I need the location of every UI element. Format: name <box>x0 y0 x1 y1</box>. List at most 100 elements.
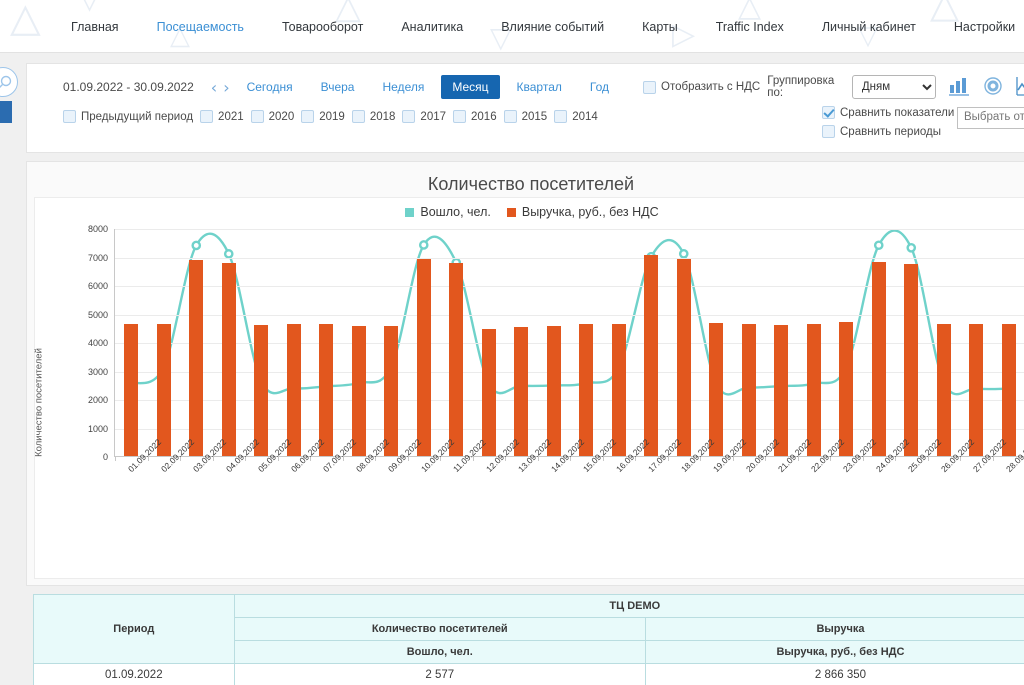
period-button-3[interactable]: Месяц <box>441 75 500 99</box>
prev-period-checkbox[interactable] <box>63 110 76 123</box>
legend-item-1[interactable]: Выручка, руб., без НДС <box>506 205 659 219</box>
year-2015-checkbox[interactable] <box>503 110 517 123</box>
bar-9[interactable] <box>416 259 431 456</box>
bar-0[interactable] <box>124 324 139 456</box>
bar-27[interactable] <box>1001 324 1016 456</box>
nav-item-6[interactable]: Traffic Index <box>697 20 803 34</box>
year-2017-label: 2017 <box>420 110 447 123</box>
bar-19[interactable] <box>741 323 756 456</box>
year-2018-label: 2018 <box>369 110 396 123</box>
bar-chart-icon[interactable] <box>948 76 970 99</box>
period-button-2[interactable]: Неделя <box>371 75 435 99</box>
year-2015-label: 2015 <box>521 110 548 123</box>
donut-chart-icon[interactable] <box>982 76 1004 99</box>
gridline <box>115 343 1024 344</box>
bar-14[interactable] <box>579 323 594 456</box>
y-tick-label: 1000 <box>87 423 108 434</box>
vat-checkbox[interactable] <box>643 80 656 94</box>
nav-item-8[interactable]: Настройки <box>935 20 1024 34</box>
bar-8[interactable] <box>384 325 399 456</box>
bar-2[interactable] <box>189 260 204 456</box>
year-2019-checkbox[interactable] <box>301 110 315 123</box>
bar-15[interactable] <box>611 324 626 456</box>
chart-inner: Вошло, чел. Выручка, руб., без НДС Количе… <box>34 197 1024 579</box>
table-header-row-group: Период ТЦ DEMO <box>33 594 1024 664</box>
cell-period: 01.09.2022 <box>33 663 235 685</box>
line-point-3[interactable] <box>223 249 234 259</box>
legend-swatch-icon <box>405 207 415 217</box>
bar-18[interactable] <box>709 323 724 456</box>
report-select[interactable]: Выбрать отчет <box>957 107 1024 129</box>
bar-21[interactable] <box>806 324 821 456</box>
line-point-2[interactable] <box>191 240 202 251</box>
bar-25[interactable] <box>936 323 951 456</box>
next-period-arrow-icon[interactable]: › <box>220 78 232 97</box>
cell-visitors: 2 577 <box>233 663 646 685</box>
compare-periods-checkbox[interactable] <box>822 125 835 138</box>
compare-metrics-checkbox[interactable] <box>822 106 835 119</box>
bar-7[interactable] <box>351 326 366 456</box>
year-2018-checkbox[interactable] <box>351 110 365 123</box>
y-axis-ticks: 0 1000 2000 3000 4000 5000 6000 7000 8000 <box>70 219 108 564</box>
bar-23[interactable] <box>871 262 886 456</box>
year-2016-label: 2016 <box>471 110 497 123</box>
grouping-controls: Группировка по: ДнямНеделямМесяцам <box>767 75 1024 99</box>
bar-1[interactable] <box>156 324 171 456</box>
legend-item-0[interactable]: Вошло, чел. <box>405 205 491 219</box>
bar-16[interactable] <box>644 255 659 456</box>
y-axis-label: Количество посетителей <box>33 348 45 457</box>
search-icon[interactable] <box>0 67 18 97</box>
grouping-select[interactable]: ДнямНеделямМесяцам <box>851 75 937 99</box>
x-tick <box>115 456 116 461</box>
period-button-4[interactable]: Квартал <box>506 75 573 99</box>
year-2016-wrap: 2016 <box>453 110 497 123</box>
prev-period-arrow-icon[interactable]: ‹ <box>208 78 220 97</box>
comparison-year-checkboxes: Предыдущий период 2021 2020 2019 2018 2017 201… <box>63 110 605 123</box>
date-range-label[interactable]: 01.09.2022 - 30.09.2022 <box>63 80 194 94</box>
bar-11[interactable] <box>481 328 496 456</box>
bar-22[interactable] <box>839 322 854 456</box>
line-point-17[interactable] <box>678 248 689 259</box>
period-button-1[interactable]: Вчера <box>310 75 366 99</box>
col-revenue-sub-header: Выручка, руб., без НДС <box>644 640 1024 664</box>
nav-item-5[interactable]: Карты <box>623 20 697 34</box>
year-2021-label: 2021 <box>218 110 244 123</box>
nav-item-4[interactable]: Влияние событий <box>482 20 623 34</box>
period-button-0[interactable]: Сегодня <box>236 75 304 99</box>
bar-17[interactable] <box>676 259 691 456</box>
vat-label: Отобразить с НДС <box>661 81 761 93</box>
line-point-24[interactable] <box>906 243 917 253</box>
chart-legend: Вошло, чел. Выручка, руб., без НДС <box>35 198 1024 219</box>
bar-13[interactable] <box>546 326 561 456</box>
bar-6[interactable] <box>319 324 334 456</box>
nav-item-0[interactable]: Главная <box>52 20 138 34</box>
nav-item-2[interactable]: Товарооборот <box>263 20 382 34</box>
sidebar-toggle-tab[interactable] <box>0 101 12 123</box>
bar-4[interactable] <box>254 324 269 456</box>
bar-12[interactable] <box>514 327 529 456</box>
year-2017-checkbox[interactable] <box>402 110 416 123</box>
legend-label: Вошло, чел. <box>420 205 491 219</box>
bar-10[interactable] <box>449 262 464 456</box>
year-2016-checkbox[interactable] <box>453 110 467 123</box>
nav-item-7[interactable]: Личный кабинет <box>803 20 935 34</box>
compare-periods-label: Сравнить периоды <box>840 125 941 138</box>
nav-item-3[interactable]: Аналитика <box>382 20 482 34</box>
bar-3[interactable] <box>221 262 236 456</box>
nav-item-1[interactable]: Посещаемость <box>138 20 263 34</box>
bar-20[interactable] <box>774 324 789 456</box>
vat-checkbox-wrap: Отобразить с НДС <box>643 80 761 94</box>
prev-period-wrap: Предыдущий период <box>63 110 193 123</box>
table-row[interactable]: 01.09.2022 2 577 2 866 350 <box>33 663 1024 685</box>
year-2020-checkbox[interactable] <box>250 110 264 123</box>
year-2014-checkbox[interactable] <box>554 110 568 123</box>
bar-24[interactable] <box>904 263 919 456</box>
line-point-23[interactable] <box>873 240 884 251</box>
year-2020-label: 2020 <box>268 110 295 123</box>
line-point-9[interactable] <box>418 240 429 250</box>
bar-5[interactable] <box>286 324 301 456</box>
line-chart-icon[interactable] <box>1016 76 1024 99</box>
period-button-5[interactable]: Год <box>579 75 620 99</box>
bar-26[interactable] <box>969 324 984 456</box>
year-2021-checkbox[interactable] <box>200 110 214 123</box>
